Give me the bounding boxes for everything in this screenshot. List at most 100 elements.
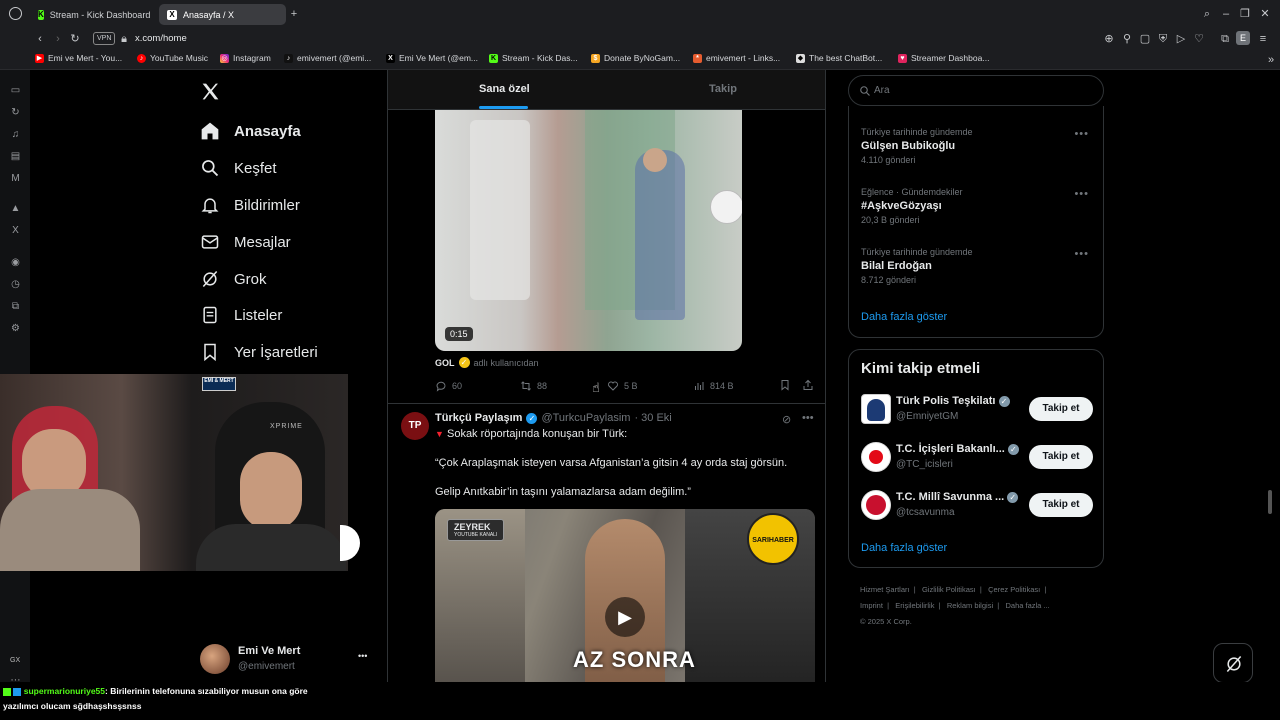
footer-link[interactable]: Reklam bilgisi bbox=[947, 601, 993, 610]
extensions-icon[interactable]: ⧉ bbox=[1218, 32, 1232, 46]
footer-link[interactable]: Erişilebilirlik bbox=[895, 601, 934, 610]
back-icon[interactable]: ‹ bbox=[33, 32, 47, 46]
bookmark-item[interactable]: ♪ YouTube Music bbox=[137, 53, 208, 63]
show-more-trends-link[interactable]: Daha fazla göster bbox=[861, 311, 947, 323]
bookmark-item[interactable]: ◆ The best ChatBot... bbox=[796, 53, 882, 63]
follow-button[interactable]: Takip et bbox=[1029, 397, 1093, 421]
search-tabs-icon[interactable]: ⌕ bbox=[1200, 7, 1214, 21]
puzzle-icon[interactable]: ⧉ bbox=[9, 300, 22, 313]
footer-link[interactable]: Daha fazla ... bbox=[1005, 601, 1049, 610]
post[interactable]: TP Türkçü Paylaşım ✓ @TurkcuPaylasim · 3… bbox=[388, 403, 825, 720]
bookmark-item[interactable]: K Stream - Kick Das... bbox=[489, 53, 578, 63]
bookmark-icon[interactable] bbox=[779, 379, 791, 391]
footer-link[interactable]: Hizmet Şartları bbox=[860, 585, 910, 594]
menu-icon[interactable]: ≡ bbox=[1256, 32, 1270, 46]
circle-icon[interactable]: ◉ bbox=[9, 256, 22, 269]
play-icon[interactable]: ▶ bbox=[605, 597, 645, 637]
avatar[interactable] bbox=[861, 490, 891, 520]
forward-icon[interactable]: › bbox=[51, 32, 65, 46]
restore-icon[interactable]: ❐ bbox=[1238, 7, 1252, 21]
grok-float-button[interactable] bbox=[1213, 643, 1253, 683]
nav-item-bookmarks[interactable]: Yer İşaretleri bbox=[200, 342, 318, 362]
suggestion-name[interactable]: Türk Polis Teşkilatı ✓ bbox=[896, 395, 1010, 407]
bookmark-item[interactable]: ♪ emivemert (@emi... bbox=[284, 53, 371, 63]
vpn-badge[interactable]: VPN bbox=[93, 32, 116, 45]
avatar[interactable]: TP bbox=[401, 412, 429, 440]
snapshot-icon[interactable]: ▢ bbox=[1138, 32, 1152, 46]
tab-for-you[interactable]: Sana özel bbox=[479, 83, 530, 95]
share-icon[interactable] bbox=[802, 379, 814, 391]
clock-icon[interactable]: ◷ bbox=[9, 278, 22, 291]
tab-following[interactable]: Takip bbox=[709, 83, 737, 95]
url-field[interactable]: x.com/home bbox=[135, 33, 187, 44]
history-icon[interactable]: ↻ bbox=[9, 106, 22, 119]
nav-item-explore[interactable]: Keşfet bbox=[200, 158, 277, 178]
reload-icon[interactable]: ↻ bbox=[68, 32, 82, 46]
follow-button[interactable]: Takip et bbox=[1029, 493, 1093, 517]
post-date[interactable]: · 30 Eki bbox=[634, 412, 671, 424]
reply-button[interactable]: 60 bbox=[435, 380, 462, 392]
more-icon[interactable]: ••• bbox=[1074, 128, 1089, 140]
more-icon[interactable]: ••• bbox=[802, 412, 814, 424]
author-name[interactable]: Türkçü Paylaşım bbox=[435, 412, 522, 424]
x-rail-icon[interactable]: X bbox=[9, 224, 22, 237]
search-input[interactable]: Ara bbox=[848, 75, 1104, 106]
account-switcher[interactable]: Emi Ve Mert @emivemert ••• bbox=[200, 643, 375, 677]
minimize-icon[interactable]: – bbox=[1219, 7, 1233, 21]
x-logo-icon[interactable] bbox=[200, 81, 221, 102]
bookmark-item[interactable]: X Emi Ve Mert (@em... bbox=[386, 53, 478, 63]
profile-avatar[interactable]: E bbox=[1236, 31, 1250, 45]
bookmark-item[interactable]: $ Donate ByNoGam... bbox=[591, 53, 680, 63]
pin-icon[interactable]: ⚲ bbox=[1120, 32, 1134, 46]
footer-link[interactable]: Gizlilik Politikası bbox=[922, 585, 976, 594]
nav-item-notifications[interactable]: Bildirimler bbox=[200, 195, 300, 215]
nav-item-home[interactable]: Anasayfa bbox=[200, 121, 301, 141]
grok-icon[interactable]: ⊘ bbox=[782, 413, 791, 426]
author-handle[interactable]: @TurkcuPaylasim bbox=[541, 412, 630, 424]
avatar[interactable] bbox=[861, 442, 891, 472]
trend-item[interactable]: Türkiye tarihinde gündemde Bilal Erdoğan… bbox=[861, 247, 1091, 285]
nav-item-grok[interactable]: Grok bbox=[200, 269, 267, 289]
play-icon[interactable]: ▷ bbox=[1174, 32, 1188, 46]
suggestion-name[interactable]: T.C. İçişleri Bakanlı... ✓ bbox=[896, 443, 1019, 455]
new-tab-icon[interactable]: + bbox=[287, 7, 301, 21]
shield-icon[interactable]: ⛨ bbox=[1156, 32, 1170, 46]
bookmark-item[interactable]: * emivemert - Links... bbox=[693, 53, 780, 63]
repost-button[interactable]: 88 bbox=[520, 380, 547, 392]
player-icon[interactable]: ♫ bbox=[9, 128, 22, 141]
browser-logo-icon[interactable] bbox=[9, 7, 22, 20]
bookmark-item[interactable]: ♥ Streamer Dashboa... bbox=[898, 53, 989, 63]
suggestion-name[interactable]: T.C. Millî Savunma ... ✓ bbox=[896, 491, 1019, 503]
grok-icon bbox=[202, 271, 218, 287]
settings-icon[interactable]: ⚙ bbox=[9, 322, 22, 335]
more-icon[interactable]: ••• bbox=[1074, 248, 1089, 260]
zoom-icon[interactable]: ⊕ bbox=[1102, 32, 1116, 46]
post-video[interactable]: 0:15 bbox=[435, 110, 742, 351]
nav-item-messages[interactable]: Mesajlar bbox=[200, 232, 291, 252]
heart-icon[interactable]: ♡ bbox=[1192, 32, 1206, 46]
bookmarks-more-icon[interactable]: » bbox=[1264, 53, 1278, 67]
trend-item[interactable]: Türkiye tarihinde gündemde Gülşen Bubiko… bbox=[861, 127, 1091, 165]
tab-kick-dashboard[interactable]: K Stream - Kick Dashboard bbox=[30, 4, 156, 25]
more-icon[interactable]: ••• bbox=[1074, 188, 1089, 200]
follow-button[interactable]: Takip et bbox=[1029, 445, 1093, 469]
footer-link[interactable]: Çerez Politikası bbox=[988, 585, 1040, 594]
m-icon[interactable]: M bbox=[9, 172, 22, 185]
messenger-icon[interactable]: ▭ bbox=[9, 84, 22, 97]
bookmark-item[interactable]: ◎ Instagram bbox=[220, 53, 271, 63]
tab-x-home[interactable]: X Anasayfa / X bbox=[159, 4, 286, 25]
bookmark-item[interactable]: ▶ Emi ve Mert - You... bbox=[35, 53, 122, 63]
show-more-follow-link[interactable]: Daha fazla göster bbox=[861, 542, 947, 554]
post-video[interactable]: ZEYREK YOUTUBE KANALI SARIHABER ▶ AZ SON… bbox=[435, 509, 815, 691]
footer-link[interactable]: Imprint bbox=[860, 601, 883, 610]
scrollbar[interactable] bbox=[1268, 490, 1272, 514]
views-button[interactable]: 814 B bbox=[693, 380, 734, 392]
more-icon[interactable]: ••• bbox=[358, 651, 367, 661]
close-window-icon[interactable]: ✕ bbox=[1258, 7, 1272, 21]
avatar[interactable] bbox=[861, 394, 891, 424]
like-button[interactable]: 5 B bbox=[607, 380, 638, 392]
wallet-icon[interactable]: ▤ bbox=[9, 150, 22, 163]
trend-item[interactable]: Eğlence · Gündemdekiler #AşkveGözyaşı 20… bbox=[861, 187, 1091, 225]
kick-rail-icon[interactable]: ▲ bbox=[9, 202, 22, 215]
nav-item-lists[interactable]: Listeler bbox=[200, 305, 282, 325]
